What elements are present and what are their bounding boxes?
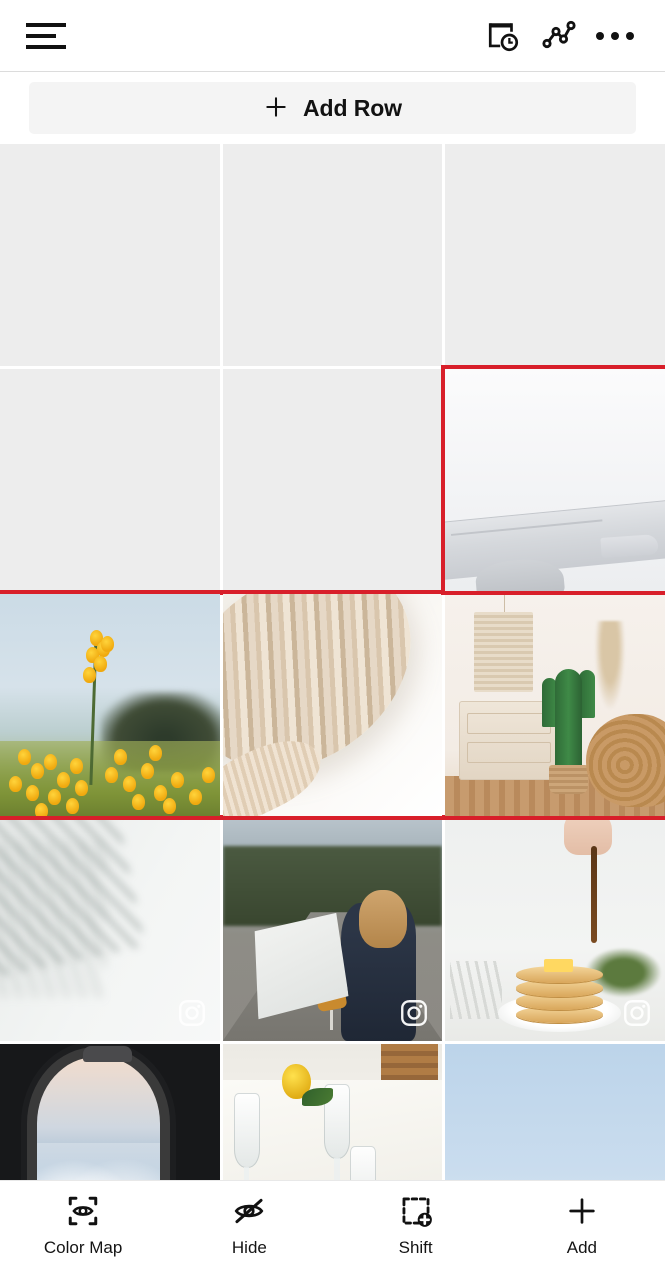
grid-cell-photo[interactable] <box>222 819 443 1041</box>
instagram-icon <box>178 1000 205 1026</box>
plus-icon <box>263 94 289 123</box>
grid-cell-empty[interactable] <box>0 144 220 366</box>
shift-add-icon <box>399 1193 433 1229</box>
table-photo-art <box>222 1044 443 1180</box>
sky-photo-art <box>445 1044 665 1180</box>
shift-label: Shift <box>398 1238 433 1257</box>
grid-cell-empty[interactable] <box>445 144 665 366</box>
grid-cell-photo[interactable] <box>445 1044 665 1180</box>
analytics-icon[interactable] <box>531 8 587 64</box>
boho-photo-art <box>445 594 665 816</box>
grid-cell-empty[interactable] <box>222 144 443 366</box>
plus-icon <box>565 1193 599 1229</box>
cell-photo <box>222 1044 443 1180</box>
cell-photo <box>0 1044 220 1180</box>
grid-cell-photo[interactable] <box>445 594 665 816</box>
color-map-eye-icon <box>66 1193 100 1229</box>
grid-cell-photo[interactable] <box>445 819 665 1041</box>
app-header <box>0 0 665 72</box>
cell-photo <box>445 369 665 591</box>
eye-off-icon <box>232 1193 266 1229</box>
grid-row[interactable] <box>0 1044 665 1180</box>
bottom-toolbar: Color Map Hide Shift Add <box>0 1180 665 1280</box>
hide-button[interactable]: Hide <box>166 1193 332 1258</box>
knit-photo-art <box>222 594 443 816</box>
color-map-label: Color Map <box>43 1238 123 1257</box>
grid-row[interactable] <box>0 819 665 1041</box>
grid-cell-photo[interactable] <box>222 594 443 816</box>
instagram-icon <box>624 1000 650 1026</box>
grid-cell-photo[interactable] <box>441 365 665 595</box>
add-row-container: Add Row <box>0 72 665 144</box>
app-root: Add Row Color Map Hide Shift Add <box>0 0 665 1280</box>
cell-photo <box>445 1044 665 1180</box>
schedule-clock-icon[interactable] <box>475 8 531 64</box>
grid-row[interactable] <box>0 590 665 820</box>
color-map-button[interactable]: Color Map <box>0 1193 166 1258</box>
grid-cell-empty[interactable] <box>0 369 220 591</box>
cell-photo <box>445 594 665 816</box>
cell-photo <box>0 594 220 816</box>
window-photo-art <box>0 1044 220 1180</box>
hamburger-menu-icon[interactable] <box>26 8 66 64</box>
grid-row[interactable] <box>0 144 665 366</box>
more-options-icon[interactable] <box>587 8 643 64</box>
add-row-button[interactable]: Add Row <box>29 82 636 134</box>
shift-button[interactable]: Shift <box>333 1193 499 1258</box>
grid-cell-photo[interactable] <box>0 1044 220 1180</box>
post-grid[interactable] <box>0 144 665 1180</box>
grid-row[interactable] <box>0 365 665 595</box>
grid-cell-photo[interactable] <box>0 594 220 816</box>
grid-cell-empty[interactable] <box>222 369 443 591</box>
cell-photo <box>222 594 443 816</box>
instagram-icon <box>401 1000 428 1026</box>
grid-cell-photo[interactable] <box>0 819 220 1041</box>
hide-label: Hide <box>231 1238 267 1257</box>
more-options-dots <box>596 31 634 40</box>
grid-cell-photo[interactable] <box>222 1044 443 1180</box>
add-label: Add <box>566 1238 597 1257</box>
add-row-label: Add Row <box>303 94 402 121</box>
add-button[interactable]: Add <box>499 1193 665 1258</box>
plane-photo-art <box>445 369 665 591</box>
flowers-photo-art <box>0 594 220 816</box>
